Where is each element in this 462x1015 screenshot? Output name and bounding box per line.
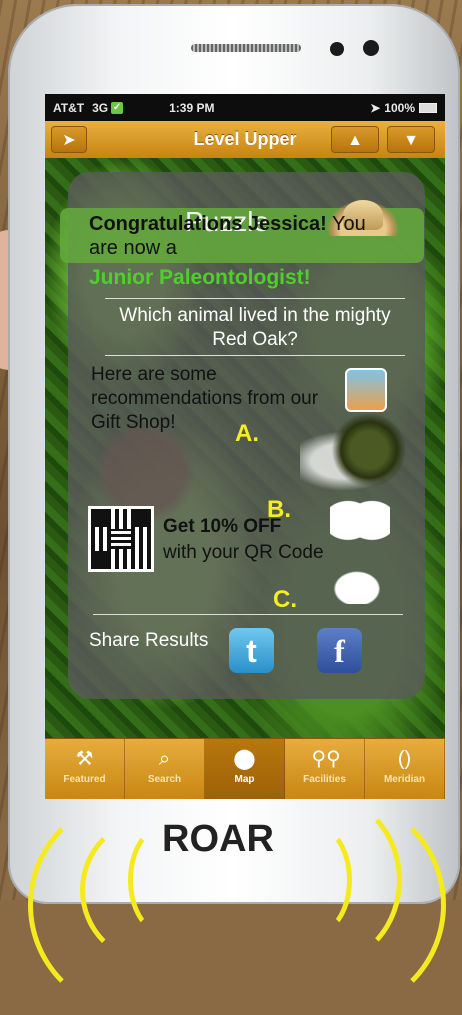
nav-bar: ➤ Level Upper ▲ ▼ <box>45 121 445 159</box>
divider <box>93 614 403 615</box>
tab-label: Featured <box>63 774 106 785</box>
network-indicator: 3G ✓ <box>92 100 124 115</box>
discount-text: Get 10% OFF with your QR Code <box>163 514 324 566</box>
pickaxe-icon: ⚒ <box>75 748 94 770</box>
battery-percent: 100% <box>384 100 415 115</box>
tab-label: Facilities <box>303 774 346 785</box>
clock: 1:39 PM <box>169 100 215 115</box>
gift-shop-text: Here are some recommendations from our G… <box>91 364 319 433</box>
facebook-share-button[interactable]: f <box>317 628 362 673</box>
location-arrow-icon: ➤ <box>370 100 381 115</box>
t-rex-toy-image[interactable] <box>325 414 405 494</box>
restroom-icon: ⚲⚲ <box>311 748 341 770</box>
option-c-label[interactable]: C. <box>273 586 297 614</box>
speaker-grille <box>191 44 301 52</box>
phone-screen: AT&T 3G ✓ 1:39 PM ➤ 100% ➤ Level Upper ▲… <box>45 94 445 799</box>
tab-map[interactable]: ⬤ Map <box>205 739 285 799</box>
twitter-icon: t <box>246 633 257 669</box>
roar-label[interactable]: ROAR <box>162 818 274 861</box>
option-a-label[interactable]: A. <box>235 420 259 448</box>
level-down-button[interactable]: ▼ <box>387 126 435 153</box>
network-label: 3G <box>92 100 109 115</box>
phone-body: AT&T 3G ✓ 1:39 PM ➤ 100% ➤ Level Upper ▲… <box>8 4 460 904</box>
tab-label: Search <box>147 774 182 785</box>
achievement-title: Junior Paleontologist! <box>89 266 311 289</box>
qr-code[interactable] <box>88 506 154 572</box>
tab-bar: ⚒ Featured ⌕ Search ⬤ Map ⚲⚲ Facilities … <box>45 738 445 799</box>
tab-featured[interactable]: ⚒ Featured <box>45 739 125 799</box>
puzzle-question: Which animal lived in the mighty Red Oak… <box>119 305 391 350</box>
congrats-name: Congratulations Jessica! <box>89 213 327 235</box>
congrats-message: Congratulations Jessica! You are now a <box>89 212 389 260</box>
camera-icon <box>363 40 379 56</box>
battery-indicator: ➤ 100% <box>370 101 437 115</box>
leaf-background: Puzzle Congratulations Jessica! You are … <box>45 158 445 738</box>
tab-facilities[interactable]: ⚲⚲ Facilities <box>285 739 365 799</box>
carrier-label: AT&T <box>53 100 85 115</box>
checkmark-icon: ✓ <box>111 101 124 114</box>
twitter-share-button[interactable]: t <box>229 628 274 673</box>
sensor-icon <box>330 42 344 56</box>
discount-bold: Get 10% OFF <box>163 516 282 537</box>
divider <box>105 298 405 299</box>
tab-search[interactable]: ⌕ Search <box>125 739 205 799</box>
dinosaur-book-image[interactable] <box>345 368 387 412</box>
option-b-label[interactable]: B. <box>267 496 291 524</box>
tab-label: Meridian <box>383 774 426 785</box>
up-arrow-icon: ▲ <box>347 132 363 149</box>
map-pin-icon: ⬤ <box>233 748 256 770</box>
frog-silhouette-option-c[interactable] <box>327 566 387 604</box>
divider <box>105 355 405 356</box>
share-results-label: Share Results <box>89 630 209 651</box>
search-icon: ⌕ <box>158 748 171 770</box>
meridian-icon: () <box>397 748 412 770</box>
facebook-icon: f <box>334 633 345 669</box>
level-up-button[interactable]: ▲ <box>331 126 379 153</box>
tab-label: Map <box>234 774 255 785</box>
tab-meridian[interactable]: () Meridian <box>365 739 445 799</box>
page-title: Level Upper <box>193 129 297 149</box>
discount-rest: with your QR Code <box>163 542 324 563</box>
battery-icon <box>419 102 437 113</box>
status-bar: AT&T 3G ✓ 1:39 PM ➤ 100% <box>45 94 445 121</box>
butterfly-silhouette-option-b[interactable] <box>330 498 390 554</box>
down-arrow-icon: ▼ <box>403 132 419 149</box>
